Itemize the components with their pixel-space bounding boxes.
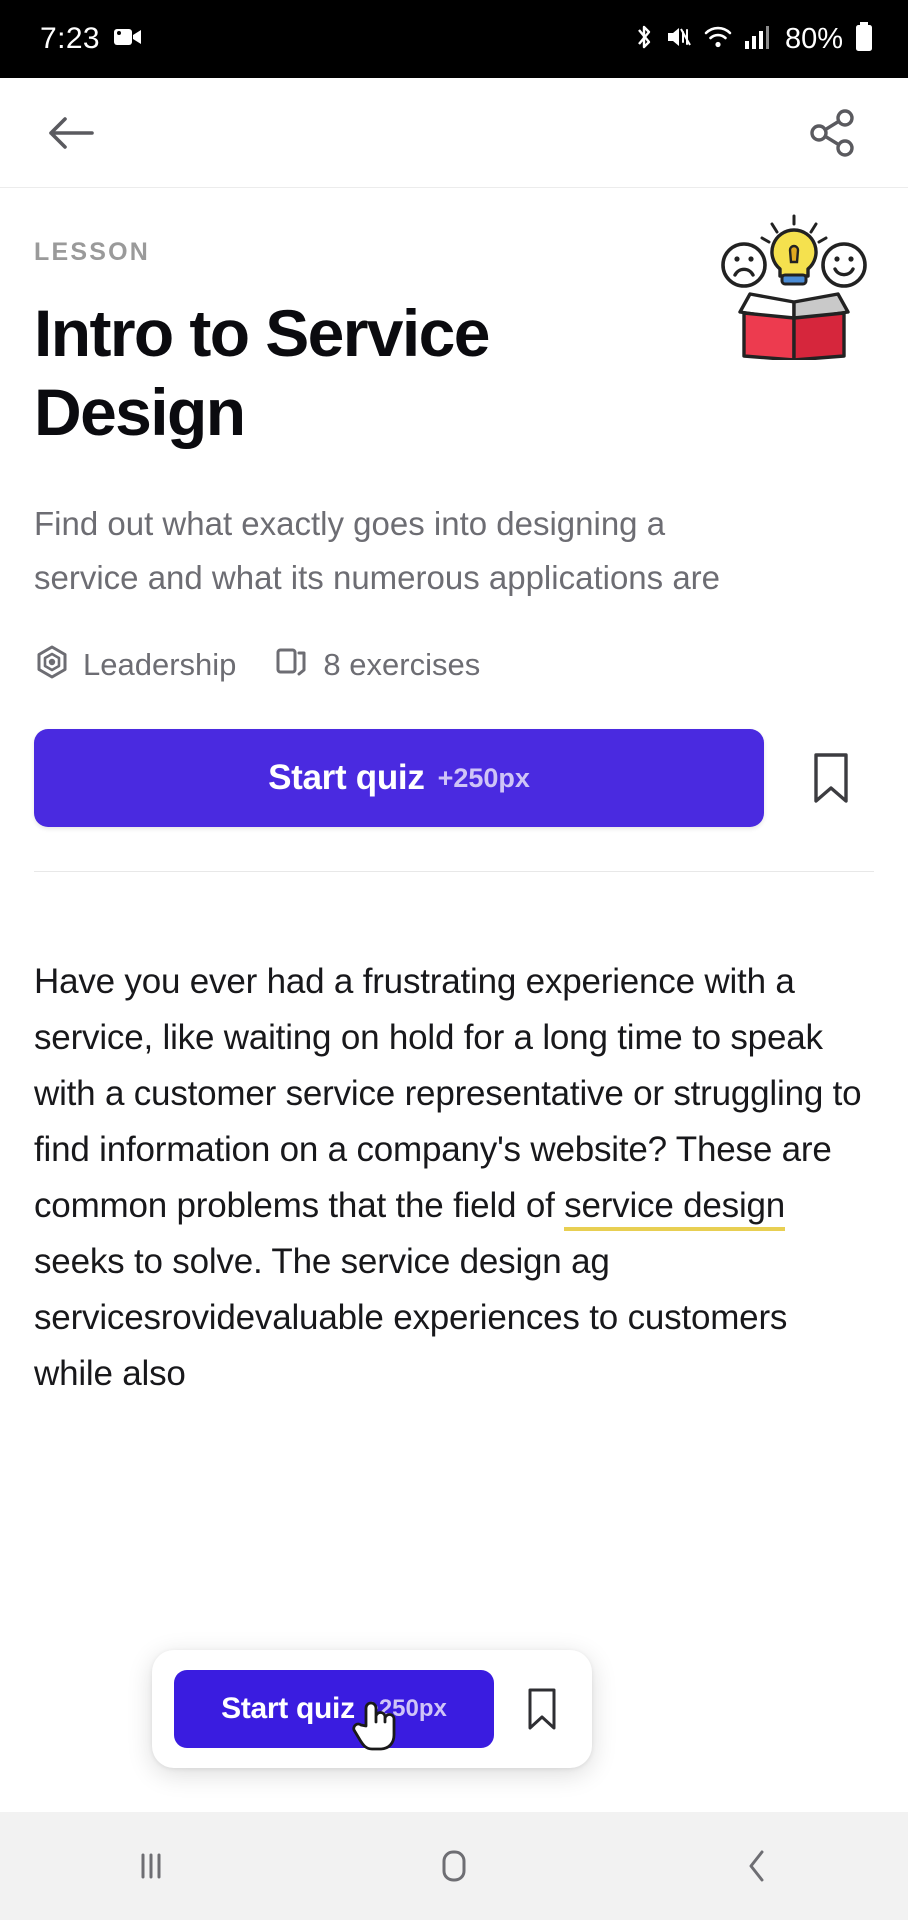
meta-label-exercises: 8 exercises (323, 646, 481, 682)
meta-item-exercises: 8 exercises (274, 644, 480, 685)
section-divider (34, 871, 874, 873)
exercises-cards-icon (274, 644, 310, 685)
floating-quiz-card: Start quiz +250px (152, 1650, 592, 1768)
lesson-subtitle: Find out what exactly goes into designin… (34, 505, 721, 596)
battery-percent-label: 80% (784, 22, 843, 55)
page-title: Intro to Service Design (34, 296, 490, 450)
floating-start-quiz-label: Start quiz (221, 1692, 355, 1725)
home-icon[interactable] (379, 1812, 529, 1920)
start-quiz-button[interactable]: Start quiz +250px (34, 729, 764, 828)
article-text-part4: rovide (160, 1298, 255, 1338)
battery-icon (854, 21, 874, 57)
status-bar-right: 80% (633, 21, 874, 57)
status-bar: 7:23 80% (0, 0, 908, 78)
wifi-icon (703, 24, 733, 55)
meta-item-category: Leadership (34, 644, 236, 685)
status-time: 7:23 (40, 22, 100, 55)
cellular-signal-icon (744, 24, 770, 55)
android-nav-bar (0, 1812, 908, 1920)
start-quiz-bonus: +250px (437, 762, 530, 793)
service-design-link[interactable]: service design (564, 1186, 785, 1232)
article-text-part2: seeks to solve. The service design a (34, 1242, 591, 1282)
floating-bookmark-icon[interactable] (510, 1677, 574, 1741)
lightbulb-in-box-illustration (714, 210, 874, 362)
lesson-hero: LESSON Intro to Service Design (34, 188, 874, 452)
back-arrow-icon[interactable] (34, 96, 108, 170)
floating-start-quiz-button[interactable]: Start quiz +250px (174, 1670, 494, 1751)
cta-row: Start quiz +250px (34, 729, 874, 828)
floating-start-quiz-bonus: +250px (364, 1695, 447, 1722)
lesson-content: LESSON Intro to Service Design Find out … (0, 188, 908, 1402)
recents-icon[interactable] (76, 1812, 226, 1920)
mute-icon (666, 23, 692, 56)
status-bar-left: 7:23 (40, 22, 142, 56)
bookmark-icon[interactable] (788, 735, 874, 821)
start-quiz-label: Start quiz (268, 758, 425, 798)
nav-back-icon[interactable] (682, 1812, 832, 1920)
article-body: Have you ever had a frustrating experien… (34, 954, 874, 1402)
lesson-hero-text: LESSON Intro to Service Design (34, 188, 714, 452)
share-icon[interactable] (796, 96, 870, 170)
video-record-icon (114, 27, 142, 52)
app-bar (0, 78, 908, 188)
bluetooth-icon (633, 22, 655, 57)
lesson-meta-row: Leadership 8 exercises (34, 644, 874, 685)
meta-label-category: Leadership (83, 646, 237, 682)
lesson-eyebrow: LESSON (34, 238, 150, 266)
leadership-gear-icon (34, 644, 70, 685)
